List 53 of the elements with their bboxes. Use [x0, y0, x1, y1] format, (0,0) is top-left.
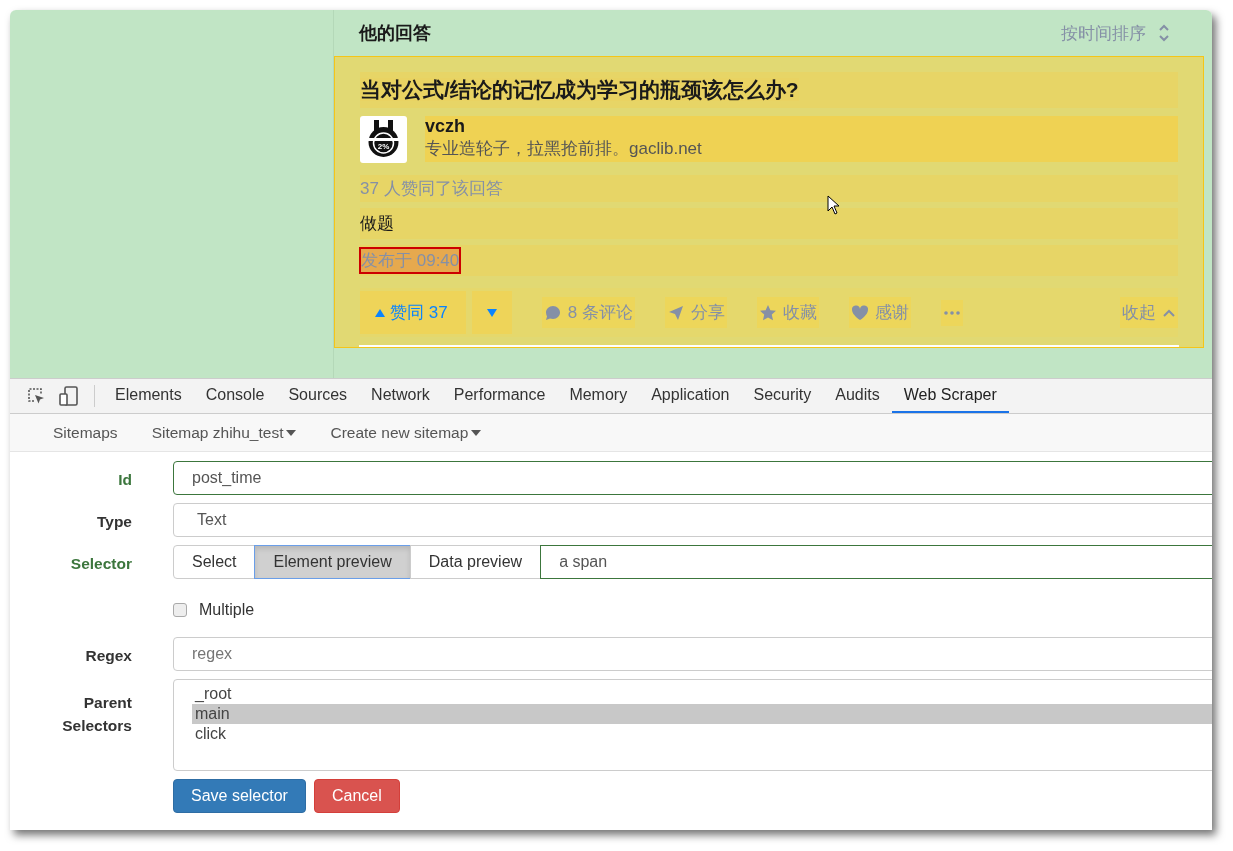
- selector-button[interactable]: Data preview: [409, 545, 542, 579]
- devtools-tab[interactable]: Audits: [823, 379, 892, 413]
- nav-link[interactable]: Sitemap zhihu_test: [138, 423, 310, 442]
- more-icon: [943, 310, 960, 315]
- inspect-icon[interactable]: [26, 386, 46, 406]
- selector-field[interactable]: a span: [540, 545, 1212, 579]
- speech-bubble-icon: [543, 303, 562, 322]
- cursor-icon: [827, 195, 840, 215]
- save-button[interactable]: Save selector: [173, 779, 306, 813]
- devtools-tab[interactable]: Application: [639, 379, 742, 413]
- list-option[interactable]: _root: [192, 684, 1212, 704]
- downvote-button[interactable]: [471, 291, 512, 334]
- section-title: 他的回答: [359, 22, 431, 45]
- devtools-tab[interactable]: Elements: [103, 379, 194, 413]
- more-button[interactable]: [940, 299, 963, 326]
- field-label: Parent Selectors: [61, 693, 132, 736]
- list-option[interactable]: main: [192, 704, 1212, 724]
- nav-link[interactable]: Create new sitemap: [317, 423, 495, 442]
- question-title[interactable]: 当对公式/结论的记忆成为学习的瓶颈该怎么办?: [360, 78, 799, 101]
- regex-field[interactable]: regex: [173, 637, 1212, 671]
- multiple-checkbox[interactable]: [173, 603, 187, 617]
- cancel-button[interactable]: Cancel: [313, 779, 400, 813]
- type-dropdown[interactable]: Text: [173, 503, 1212, 537]
- devtools-tab[interactable]: Security: [741, 379, 824, 413]
- devtools-tab[interactable]: Sources: [276, 379, 360, 413]
- devtools-tab[interactable]: Memory: [557, 379, 640, 413]
- devtools-tab[interactable]: Network: [359, 379, 442, 413]
- star-icon: [758, 303, 777, 322]
- votes-summary: 37 人赞同了该回答: [360, 179, 503, 198]
- devtools-tab[interactable]: Performance: [441, 379, 558, 413]
- parent-selectors-list[interactable]: _root main click: [173, 679, 1212, 771]
- id-field[interactable]: post_time: [173, 461, 1212, 495]
- author-headline: 专业造轮子，拉黑抢前排。gaclib.net: [425, 138, 703, 160]
- caret-icon: [286, 429, 297, 436]
- author-name[interactable]: vczh: [425, 116, 1178, 137]
- heart-icon: [850, 303, 869, 322]
- list-option[interactable]: click: [192, 724, 1212, 744]
- sort-icon[interactable]: [1158, 24, 1170, 42]
- avatar-icon[interactable]: 2%: [360, 116, 407, 163]
- triangle-down-icon: [485, 307, 498, 318]
- selector-button[interactable]: Element preview: [254, 545, 411, 579]
- selector-button[interactable]: Select: [173, 545, 256, 579]
- field-label: Type: [95, 512, 132, 531]
- field-label: Id: [117, 470, 132, 489]
- field-label: Regex: [84, 646, 132, 665]
- device-icon[interactable]: [58, 385, 80, 407]
- field-label: Selector: [69, 554, 132, 573]
- answer-content: 做题: [360, 214, 394, 233]
- checkbox-label: Multiple: [199, 601, 255, 619]
- caret-icon: [471, 429, 482, 436]
- triangle-up-icon: [374, 307, 386, 318]
- devtools-tab[interactable]: Console: [193, 379, 277, 413]
- nav-link[interactable]: Sitemaps: [40, 423, 131, 442]
